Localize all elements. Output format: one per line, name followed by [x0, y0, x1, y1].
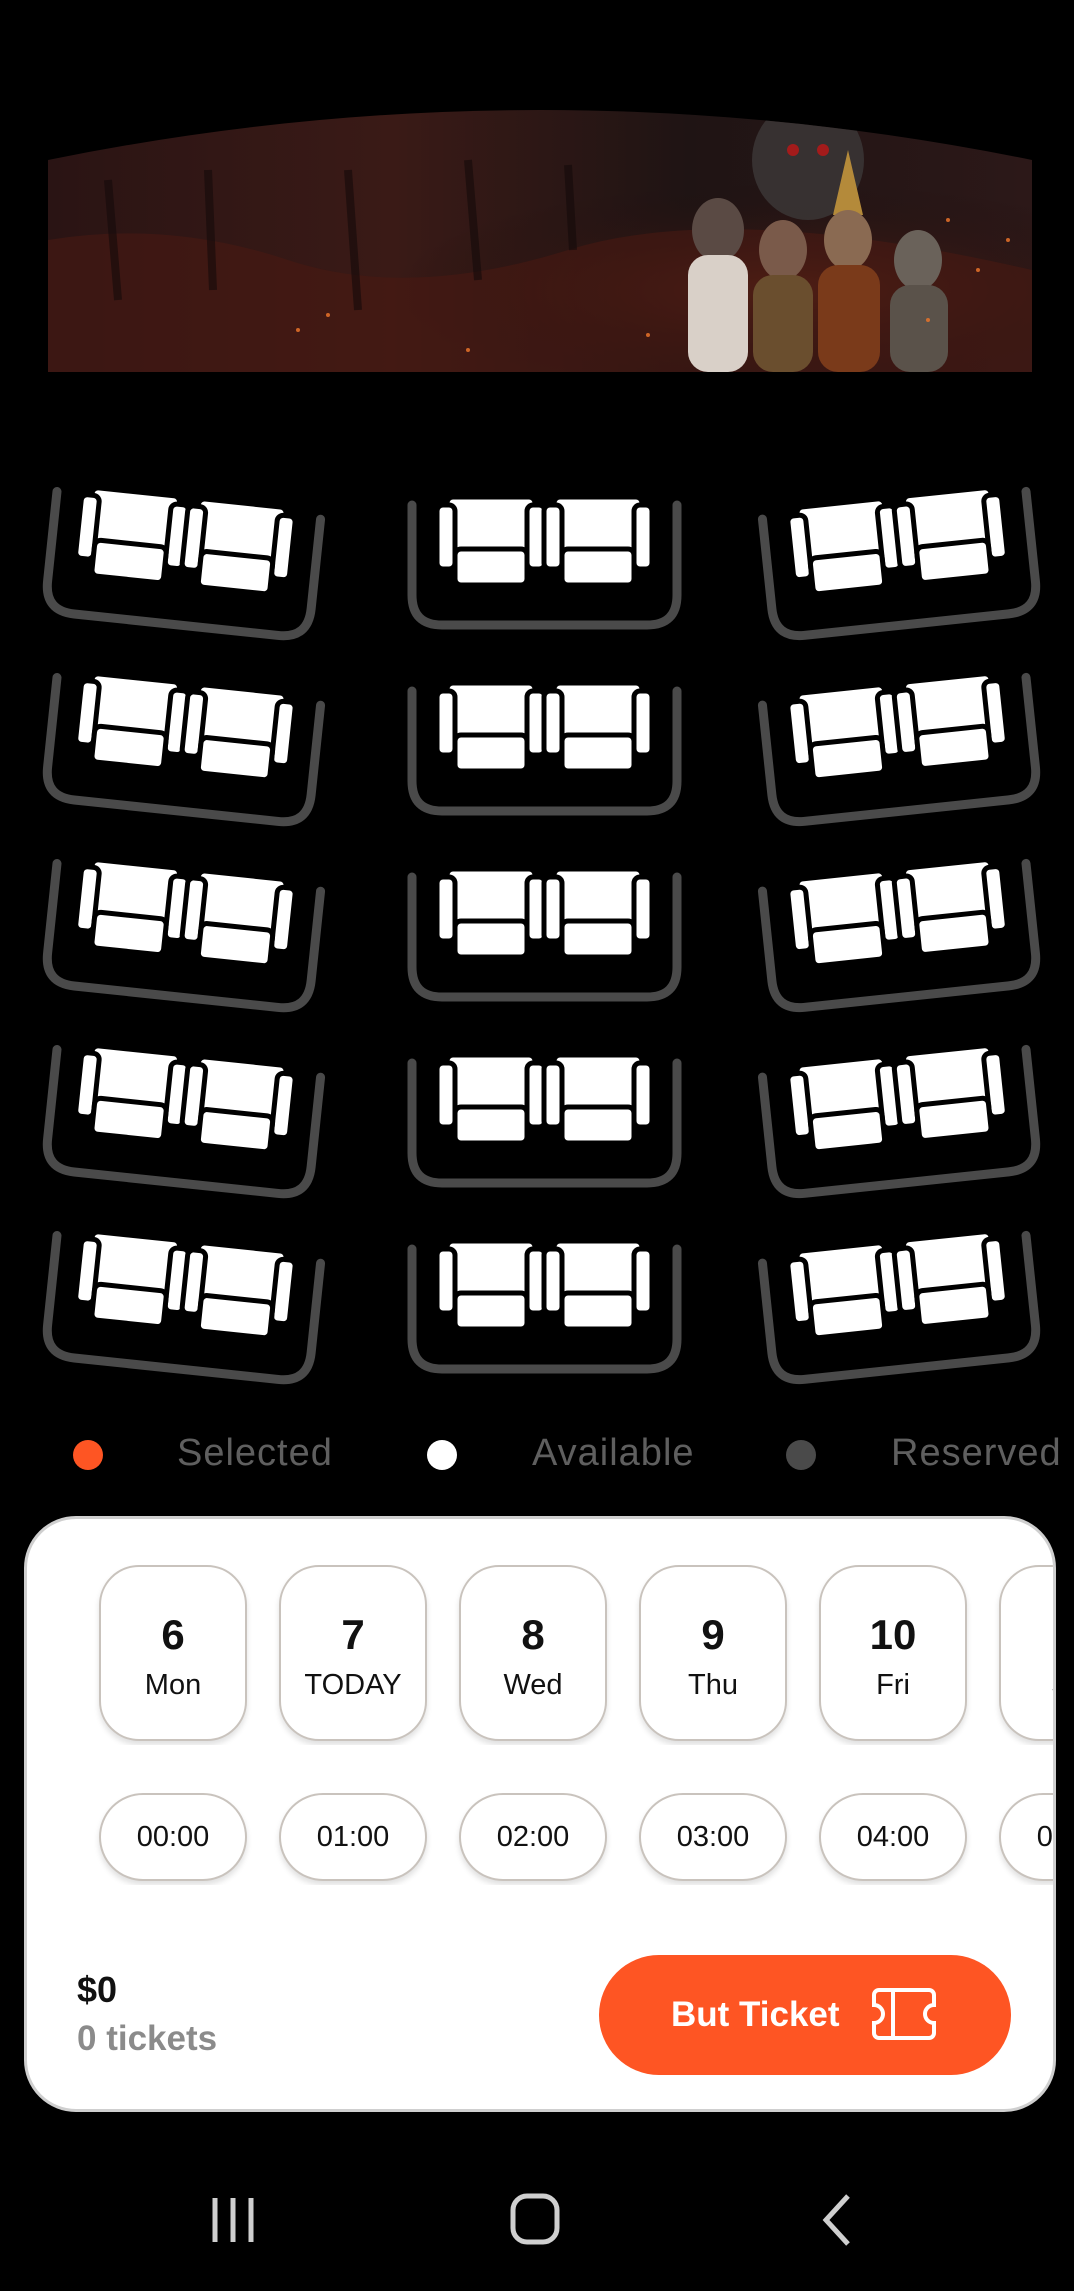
time-chip[interactable]: 05:00: [999, 1793, 1053, 1881]
seat-pair-icon: [42, 485, 326, 641]
seat-pair-icon: [757, 671, 1041, 827]
seat-group-left[interactable]: [40, 1229, 326, 1389]
date-day: Fri: [876, 1669, 910, 1701]
home-icon[interactable]: [495, 2190, 575, 2250]
seat-pair-icon: [407, 680, 682, 816]
total-price: $0: [77, 1969, 118, 2010]
seat-pair-icon: [407, 866, 682, 1002]
ticket-count: 0 tickets: [77, 2019, 218, 2058]
seat-pair-icon: [407, 494, 682, 630]
date-day: Mon: [144, 1669, 202, 1701]
seat-pair-icon: [407, 1238, 682, 1374]
time-chip[interactable]: 01:00: [279, 1793, 427, 1881]
seat-pair-icon: [757, 1229, 1041, 1385]
seat-pair-icon: [757, 857, 1041, 1013]
ticket-icon: [871, 1987, 937, 2041]
buy-ticket-label: But Ticket: [671, 1995, 840, 2034]
time-selector: 00:00 01:00 02:00 03:00 04:00 05:00: [27, 1793, 1053, 1885]
available-legend-dot: [427, 1440, 457, 1470]
available-legend-label: Available: [532, 1432, 695, 1474]
seat-group-left[interactable]: [40, 671, 326, 831]
time-chip[interactable]: 02:00: [459, 1793, 607, 1881]
seat-legend: Selected Available Reserved: [0, 1430, 1074, 1480]
seat-pair-icon: [42, 671, 326, 827]
date-card[interactable]: 10 Fri: [819, 1565, 967, 1741]
date-card[interactable]: 11 Sat: [999, 1565, 1053, 1741]
selected-legend-dot: [73, 1440, 103, 1470]
seat-map: [0, 0, 1074, 1400]
date-selector: 6 Mon 7 TODAY 8 Wed 9 Thu 10 Fri 11 Sat: [27, 1565, 1053, 1745]
selected-legend-label: Selected: [177, 1432, 333, 1474]
system-navbar: [0, 2170, 1074, 2270]
date-card[interactable]: 6 Mon: [99, 1565, 247, 1741]
date-day: Thu: [688, 1669, 738, 1701]
date-number: 10: [869, 1611, 917, 1658]
time-chip[interactable]: 03:00: [639, 1793, 787, 1881]
booking-sheet: 6 Mon 7 TODAY 8 Wed 9 Thu 10 Fri 11 Sat …: [24, 1516, 1056, 2112]
date-day: TODAY: [304, 1669, 402, 1701]
reserved-legend-label: Reserved: [891, 1432, 1062, 1474]
time-chip[interactable]: 04:00: [819, 1793, 967, 1881]
recent-apps-icon[interactable]: [193, 2190, 273, 2250]
seat-group-left[interactable]: [40, 485, 326, 645]
seat-pair-icon: [757, 485, 1041, 641]
seat-pair-icon: [757, 1043, 1041, 1199]
seat-pair-icon: [42, 1043, 326, 1199]
reserved-legend-dot: [786, 1440, 816, 1470]
date-card[interactable]: 7 TODAY: [279, 1565, 427, 1741]
date-card[interactable]: 8 Wed: [459, 1565, 607, 1741]
date-number: 6: [161, 1611, 185, 1658]
seat-group-right[interactable]: [757, 1043, 1043, 1203]
date-number: 7: [341, 1611, 365, 1658]
seat-group-left[interactable]: [40, 1043, 326, 1203]
buy-ticket-button[interactable]: But Ticket: [599, 1955, 1011, 2075]
seat-group-right[interactable]: [757, 857, 1043, 1017]
date-number: 9: [701, 1611, 725, 1658]
back-icon[interactable]: [798, 2190, 878, 2250]
seat-group-left[interactable]: [40, 857, 326, 1017]
seat-group-right[interactable]: [757, 671, 1043, 831]
seat-group-center[interactable]: [402, 671, 687, 831]
seat-group-center[interactable]: [402, 857, 687, 1017]
date-day: Sat: [1001, 1669, 1053, 1702]
time-chip[interactable]: 00:00: [99, 1793, 247, 1881]
seat-group-right[interactable]: [757, 485, 1043, 645]
date-number: 11: [1001, 1611, 1053, 1659]
seat-pair-icon: [407, 1052, 682, 1188]
date-number: 8: [521, 1611, 545, 1658]
date-card[interactable]: 9 Thu: [639, 1565, 787, 1741]
seat-pair-icon: [42, 1229, 326, 1385]
seat-group-center[interactable]: [402, 1229, 687, 1389]
seat-group-center[interactable]: [402, 485, 687, 645]
seat-pair-icon: [42, 857, 326, 1013]
seat-group-right[interactable]: [757, 1229, 1043, 1389]
date-day: Wed: [503, 1669, 563, 1701]
seat-group-center[interactable]: [402, 1043, 687, 1203]
